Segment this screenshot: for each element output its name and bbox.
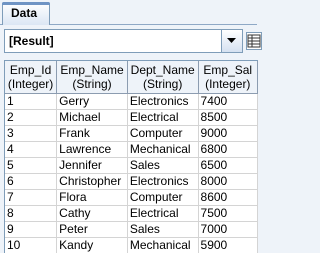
column-header[interactable]: Emp_Id(Integer) — [5, 61, 57, 94]
table-cell[interactable]: 5 — [5, 158, 57, 174]
table-body: 1GerryElectronics74002MichaelElectrical8… — [5, 94, 258, 253]
table-row[interactable]: 2MichaelElectrical8500 — [5, 110, 258, 126]
column-header-name: Emp_Sal — [199, 63, 257, 77]
tab-data[interactable]: Data — [2, 2, 50, 25]
result-select[interactable]: [Result] — [4, 29, 243, 53]
column-header[interactable]: Dept_Name(String) — [127, 61, 198, 94]
table-cell[interactable]: 6800 — [198, 142, 257, 158]
table-cell[interactable]: Cathy — [57, 206, 128, 222]
column-header[interactable]: Emp_Name(String) — [57, 61, 128, 94]
table-cell[interactable]: Kandy — [57, 238, 128, 253]
table-cell[interactable]: Michael — [57, 110, 128, 126]
column-header-name: Emp_Name — [57, 63, 127, 77]
column-header-name: Emp_Id — [5, 63, 56, 77]
table-cell[interactable]: 8 — [5, 206, 57, 222]
table-cell[interactable]: 8000 — [198, 174, 257, 190]
table-cell[interactable]: Sales — [127, 158, 198, 174]
table-cell[interactable]: Electronics — [127, 94, 198, 110]
table-cell[interactable]: Jennifer — [57, 158, 128, 174]
table-cell[interactable]: 2 — [5, 110, 57, 126]
table-cell[interactable]: Electronics — [127, 174, 198, 190]
result-table: Emp_Id(Integer)Emp_Name(String)Dept_Name… — [5, 61, 258, 253]
table-row[interactable]: 8CathyElectrical7500 — [5, 206, 258, 222]
table-cell[interactable]: Flora — [57, 190, 128, 206]
table-cell[interactable]: 4 — [5, 142, 57, 158]
table-row[interactable]: 4LawrenceMechanical6800 — [5, 142, 258, 158]
result-table-container: Emp_Id(Integer)Emp_Name(String)Dept_Name… — [4, 60, 258, 253]
table-cell[interactable]: Christopher — [57, 174, 128, 190]
table-cell[interactable]: 6 — [5, 174, 57, 190]
table-row[interactable]: 7FloraComputer8600 — [5, 190, 258, 206]
chevron-down-icon — [227, 38, 236, 44]
table-row[interactable]: 1GerryElectronics7400 — [5, 94, 258, 110]
table-cell[interactable]: 7000 — [198, 222, 257, 238]
table-cell[interactable]: Lawrence — [57, 142, 128, 158]
table-row[interactable]: 5JenniferSales6500 — [5, 158, 258, 174]
table-cell[interactable]: Electrical — [127, 206, 198, 222]
table-cell[interactable]: 8600 — [198, 190, 257, 206]
table-grid-icon — [247, 33, 261, 49]
table-cell[interactable]: Mechanical — [127, 142, 198, 158]
table-cell[interactable]: Peter — [57, 222, 128, 238]
column-header-type: (String) — [128, 77, 198, 91]
table-cell[interactable]: Gerry — [57, 94, 128, 110]
table-cell[interactable]: 6500 — [198, 158, 257, 174]
column-header[interactable]: Emp_Sal(Integer) — [198, 61, 257, 94]
table-cell[interactable]: 10 — [5, 238, 57, 253]
column-header-type: (Integer) — [199, 77, 257, 91]
table-row[interactable]: 6ChristopherElectronics8000 — [5, 174, 258, 190]
column-header-name: Dept_Name — [128, 63, 198, 77]
table-cell[interactable]: Sales — [127, 222, 198, 238]
table-cell[interactable]: Computer — [127, 190, 198, 206]
table-cell[interactable]: 5900 — [198, 238, 257, 253]
table-header-row: Emp_Id(Integer)Emp_Name(String)Dept_Name… — [5, 61, 258, 94]
result-select-value: [Result] — [9, 30, 54, 52]
table-cell[interactable]: 1 — [5, 94, 57, 110]
table-cell[interactable]: 8500 — [198, 110, 257, 126]
table-row[interactable]: 9PeterSales7000 — [5, 222, 258, 238]
column-header-type: (String) — [57, 77, 127, 91]
table-cell[interactable]: Electrical — [127, 110, 198, 126]
table-cell[interactable]: Computer — [127, 126, 198, 142]
result-select-button[interactable] — [221, 30, 242, 52]
table-cell[interactable]: 3 — [5, 126, 57, 142]
tab-bar: Data — [0, 0, 257, 25]
table-cell[interactable]: 7500 — [198, 206, 257, 222]
table-cell[interactable]: Frank — [57, 126, 128, 142]
column-header-type: (Integer) — [5, 77, 56, 91]
table-cell[interactable]: Mechanical — [127, 238, 198, 253]
table-row[interactable]: 10KandyMechanical5900 — [5, 238, 258, 253]
table-cell[interactable]: 7400 — [198, 94, 257, 110]
table-view-button[interactable] — [246, 32, 262, 50]
table-cell[interactable]: 9000 — [198, 126, 257, 142]
table-row[interactable]: 3FrankComputer9000 — [5, 126, 258, 142]
result-selector-bar: [Result] — [0, 25, 257, 57]
table-cell[interactable]: 9 — [5, 222, 57, 238]
table-cell[interactable]: 7 — [5, 190, 57, 206]
